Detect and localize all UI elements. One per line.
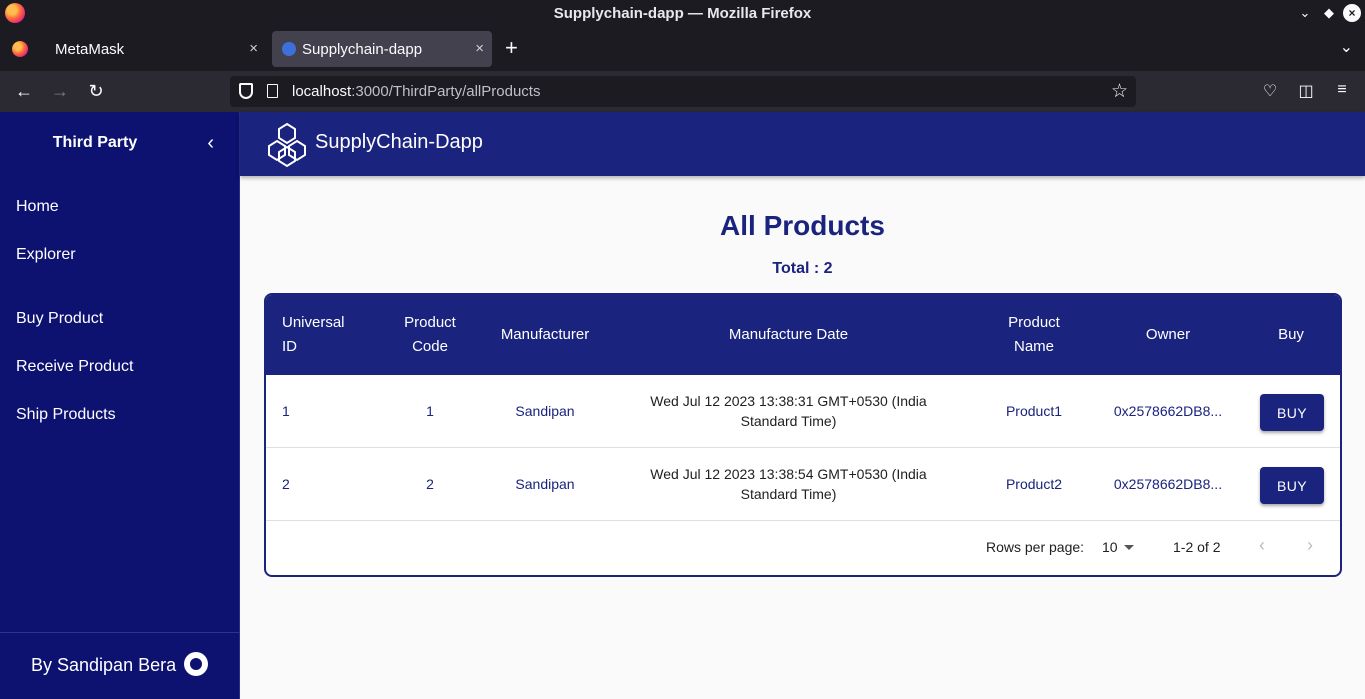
- window-titlebar: Supplychain-dapp — Mozilla Firefox ⌄ ◆ ×: [0, 0, 1365, 27]
- reload-icon[interactable]: ↻: [85, 81, 107, 101]
- hamburger-menu-icon[interactable]: ≡: [1332, 81, 1352, 99]
- sidebar-divider: [0, 632, 240, 633]
- cell-universal-id: 2: [282, 476, 290, 492]
- supplychain-favicon-icon: [282, 42, 296, 56]
- window-title: Supplychain-dapp — Mozilla Firefox: [553, 5, 812, 22]
- app-header: SupplyChain-Dapp: [240, 112, 1365, 176]
- rows-per-page-label: Rows per page:: [986, 539, 1085, 555]
- cell-product-name: Product2: [1005, 476, 1063, 492]
- firefox-view-icon[interactable]: [12, 41, 28, 57]
- table-row: 2 2 Sandipan Wed Jul 12 2023 13:38:54 GM…: [266, 448, 1340, 521]
- supplychain-logo-icon: [268, 122, 306, 168]
- page-info-icon[interactable]: [267, 84, 278, 98]
- products-table: Universal ID Product Code Manufacturer M…: [264, 293, 1342, 577]
- cell-owner: 0x2578662DB8...: [1113, 403, 1223, 419]
- buy-button[interactable]: BUY: [1260, 467, 1324, 504]
- table-row: 1 1 Sandipan Wed Jul 12 2023 13:38:31 GM…: [266, 375, 1340, 448]
- column-header-buy: Buy: [1278, 326, 1304, 343]
- forward-arrow-icon[interactable]: →: [49, 81, 71, 101]
- pagination-range: 1-2 of 2: [1173, 539, 1221, 555]
- bookmark-star-icon[interactable]: ☆: [1111, 80, 1128, 103]
- navigation-toolbar: ← → ↻ localhost:3000/ThirdParty/allProdu…: [0, 71, 1365, 112]
- sidebar-item-home[interactable]: Home: [16, 198, 59, 216]
- table-pagination: Rows per page: 10 1-2 of 2 ‹ ›: [266, 521, 1340, 573]
- app-brand: SupplyChain-Dapp: [315, 131, 483, 153]
- cell-owner: 0x2578662DB8...: [1113, 476, 1223, 492]
- url-bar[interactable]: localhost:3000/ThirdParty/allProducts ☆: [230, 76, 1136, 107]
- main-content: All Products Total : 2 Universal ID Prod…: [240, 176, 1365, 699]
- column-header-manufacture-date[interactable]: Manufacture Date: [631, 295, 946, 375]
- buy-button[interactable]: BUY: [1260, 394, 1324, 431]
- dropdown-caret-icon[interactable]: [1124, 545, 1134, 550]
- new-tab-plus-icon[interactable]: +: [505, 37, 518, 59]
- sidebar-item-receive-product[interactable]: Receive Product: [16, 358, 133, 376]
- table-header: Universal ID Product Code Manufacturer M…: [266, 295, 1340, 375]
- cell-manufacturer: Sandipan: [515, 403, 575, 419]
- cell-manufacture-date: Wed Jul 12 2023 13:38:31 GMT+0530 (India…: [650, 393, 927, 429]
- pocket-icon[interactable]: ♡: [1260, 81, 1280, 101]
- collapse-chevron-left-icon[interactable]: ‹: [207, 132, 214, 155]
- sidebar-item-buy-product[interactable]: Buy Product: [16, 310, 103, 328]
- tab-metamask[interactable]: MetaMask ×: [44, 31, 266, 67]
- tab-label: Supplychain-dapp: [302, 41, 423, 58]
- cell-product-code: 1: [426, 403, 434, 419]
- sidebar-header: Third Party ‹: [0, 112, 240, 176]
- cell-product-code: 2: [426, 476, 434, 492]
- window-close-icon[interactable]: ×: [1343, 4, 1361, 22]
- previous-page-chevron-icon[interactable]: ‹: [1259, 535, 1265, 556]
- tracking-protection-shield-icon[interactable]: [239, 83, 253, 99]
- app-root: Third Party ‹ Home Explorer Buy Product …: [0, 112, 1365, 699]
- tab-close-icon[interactable]: ×: [249, 40, 258, 57]
- sidebar-item-explorer[interactable]: Explorer: [16, 246, 76, 264]
- tab-label: MetaMask: [55, 41, 125, 58]
- author-credit: By Sandipan Bera: [31, 655, 177, 675]
- tab-close-icon[interactable]: ×: [475, 40, 484, 57]
- next-page-chevron-icon[interactable]: ›: [1307, 535, 1313, 556]
- cell-manufacturer: Sandipan: [515, 476, 575, 492]
- list-all-tabs-chevron-icon[interactable]: ⌄: [1340, 37, 1353, 57]
- url-text[interactable]: localhost:3000/ThirdParty/allProducts: [292, 83, 540, 100]
- total-count: Total : 2: [772, 260, 833, 277]
- column-header-owner[interactable]: Owner: [1106, 295, 1230, 375]
- back-arrow-icon[interactable]: ←: [13, 81, 35, 101]
- sidebar: Third Party ‹ Home Explorer Buy Product …: [0, 112, 240, 699]
- cell-universal-id: 1: [282, 403, 290, 419]
- maximize-icon[interactable]: ◆: [1320, 4, 1338, 22]
- cell-product-name: Product1: [1005, 403, 1063, 419]
- extensions-puzzle-icon[interactable]: ◫: [1296, 81, 1316, 101]
- tab-supplychain-dapp[interactable]: Supplychain-dapp ×: [272, 31, 492, 67]
- sidebar-title: Third Party: [52, 134, 138, 151]
- sidebar-item-ship-products[interactable]: Ship Products: [16, 406, 116, 424]
- column-header-product-code[interactable]: Product Code: [390, 295, 470, 375]
- tab-bar: MetaMask × Supplychain-dapp × + ⌄: [0, 27, 1365, 71]
- column-header-manufacturer[interactable]: Manufacturer: [490, 295, 600, 375]
- rows-per-page-select[interactable]: 10: [1102, 539, 1118, 555]
- page-title: All Products: [720, 210, 885, 241]
- column-header-product-name[interactable]: Product Name: [990, 295, 1078, 375]
- cell-manufacture-date: Wed Jul 12 2023 13:38:54 GMT+0530 (India…: [650, 466, 927, 502]
- minimize-chevron-icon[interactable]: ⌄: [1296, 4, 1314, 22]
- column-header-universal-id[interactable]: Universal ID: [282, 295, 362, 375]
- github-icon[interactable]: [184, 652, 208, 676]
